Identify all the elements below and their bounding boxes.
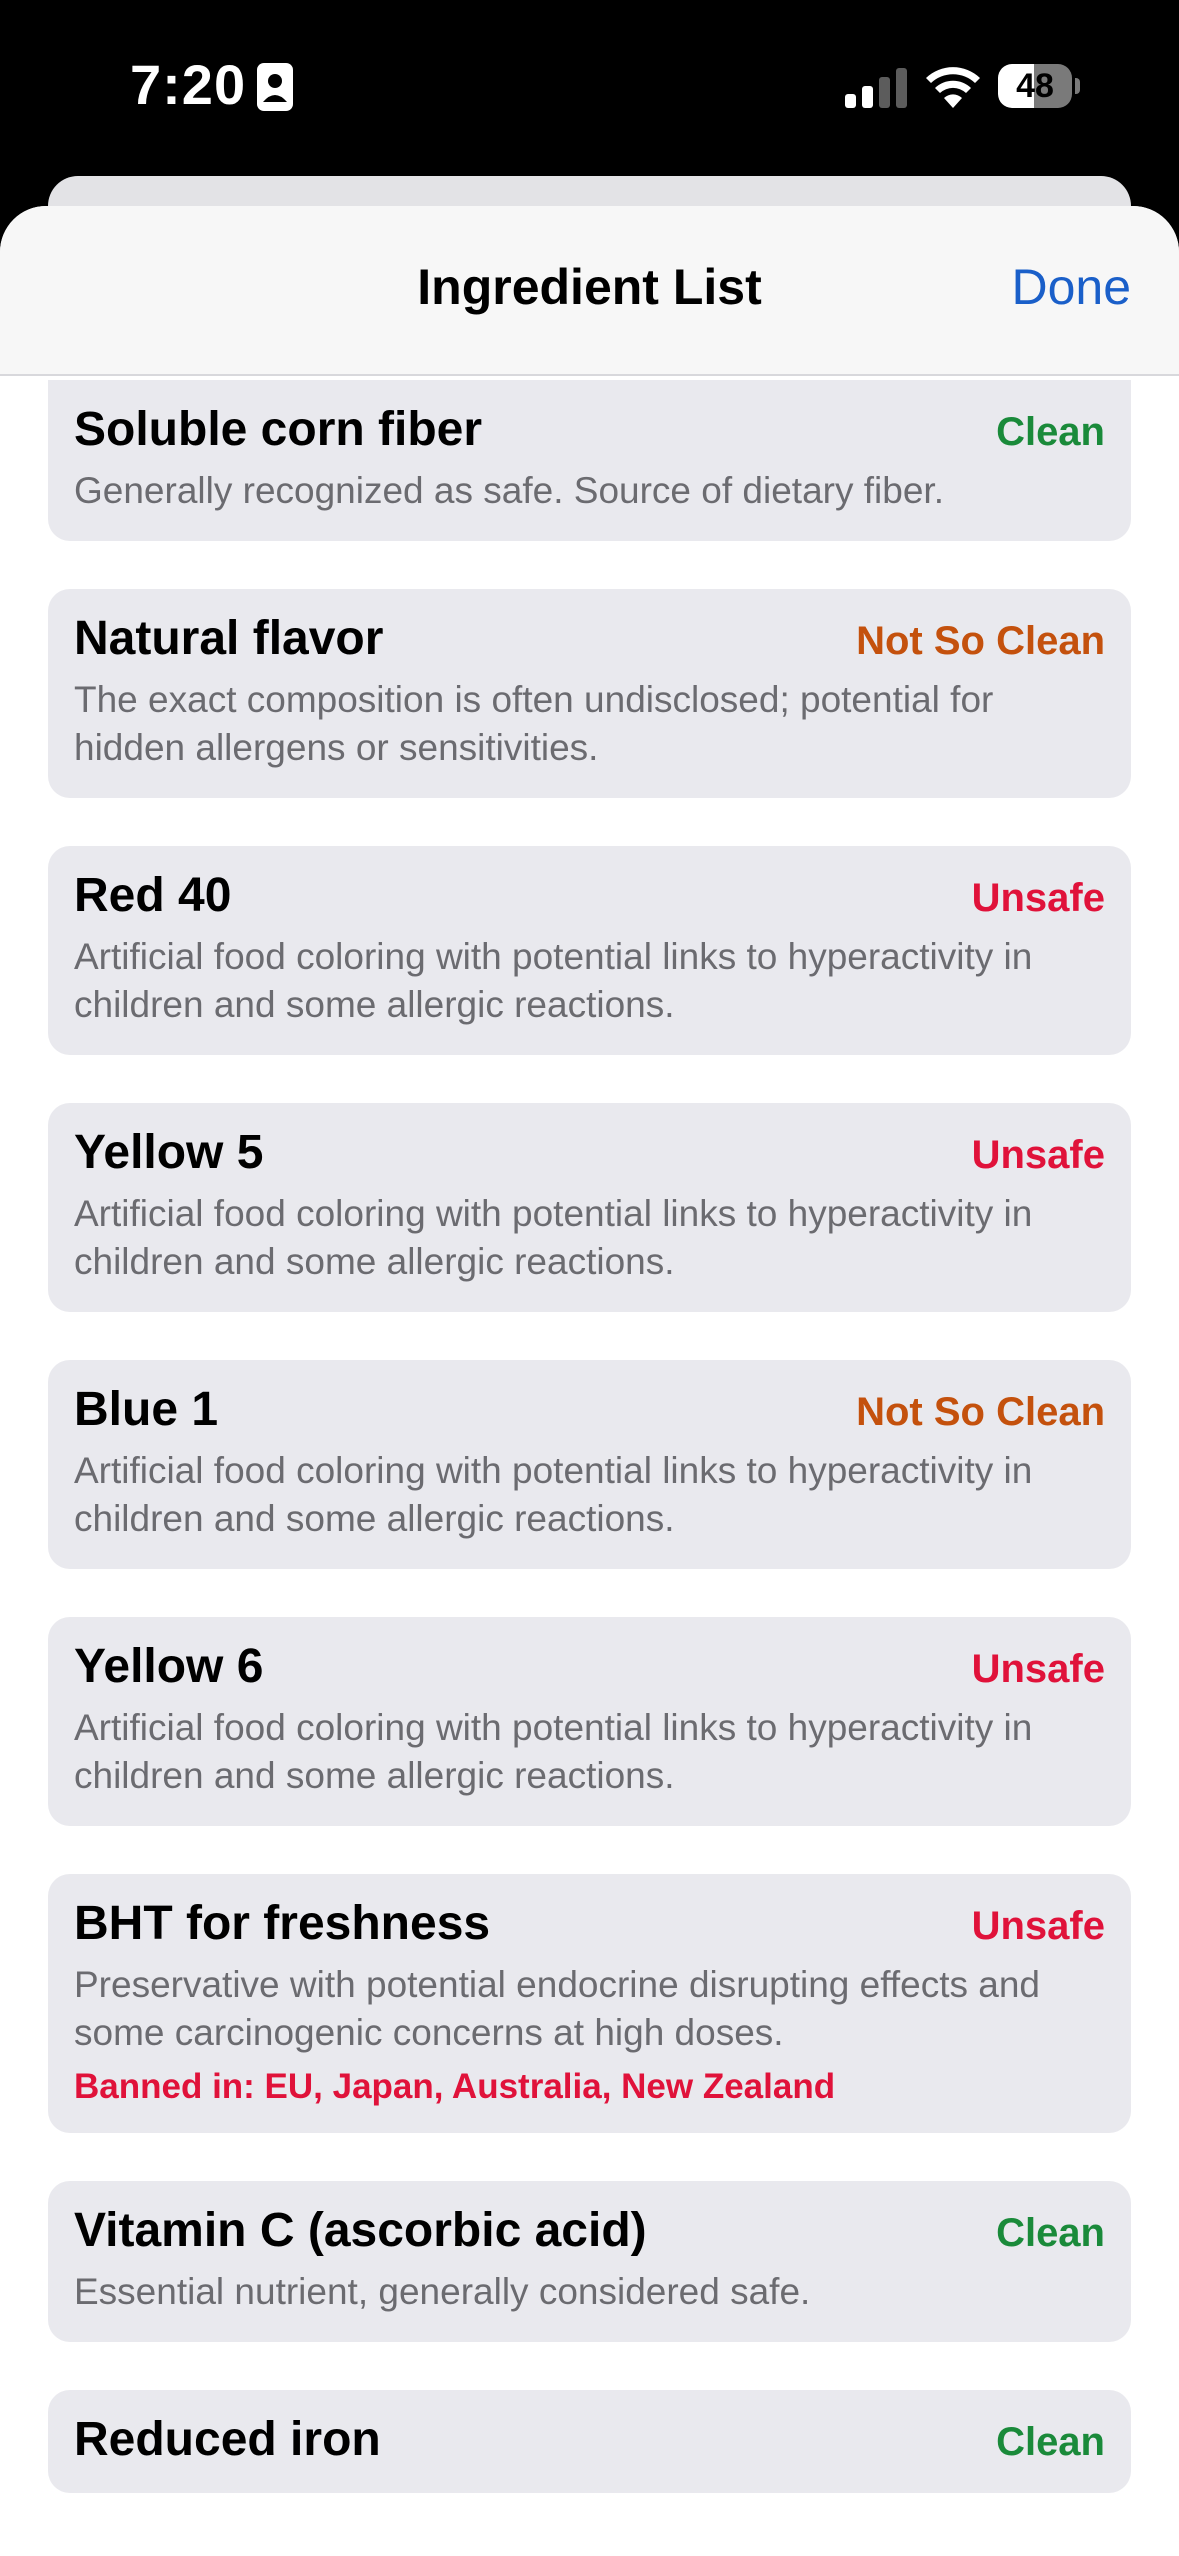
ingredient-description: Preservative with potential endocrine di…	[74, 1964, 1040, 2053]
ingredient-name: Reduced iron	[74, 2413, 381, 2466]
ingredient-description: Generally recognized as safe. Source of …	[74, 470, 944, 511]
ingredient-name: Blue 1	[74, 1383, 219, 1436]
ingredient-banned-note: Banned in: EU, Japan, Australia, New Zea…	[74, 2067, 836, 2106]
ingredient-card[interactable]: Vitamin C (ascorbic acid) Clean Essential …	[48, 2181, 1131, 2342]
ingredient-card[interactable]: Natural flavor Not So Clean The exact comp…	[48, 589, 1131, 798]
ingredient-card-header: Yellow 5 Unsafe	[74, 1125, 1105, 1180]
ingredient-card[interactable]: Yellow 6 Unsafe Artificial food coloring w…	[48, 1617, 1131, 1826]
ingredient-name: Vitamin C (ascorbic acid)	[74, 2204, 647, 2257]
ingredient-description: Essential nutrient, generally considered…	[74, 2271, 811, 2312]
ingredient-description: Artificial food coloring with potential …	[74, 936, 1033, 1025]
cellular-signal-icon	[845, 68, 907, 108]
ingredient-name: Yellow 5	[74, 1126, 264, 1179]
status-time: 7:20	[130, 53, 247, 116]
ingredient-name: BHT for freshness	[74, 1897, 491, 1950]
ingredient-card[interactable]: Soluble corn fiber Clean Generally recogni…	[48, 380, 1131, 541]
ingredient-rating-badge: Clean	[996, 2211, 1105, 2255]
ingredient-description: Artificial food coloring with potential …	[74, 1193, 1033, 1282]
battery-icon: 48	[998, 64, 1080, 110]
ingredient-card-header: Soluble corn fiber Clean	[74, 402, 1105, 457]
ingredient-sheet: Ingredient List Done Soluble corn fiber C…	[0, 206, 1179, 2556]
ingredient-rating-badge: Unsafe	[971, 1133, 1105, 1177]
ingredient-name: Soluble corn fiber	[74, 403, 483, 456]
ingredient-card-header: Yellow 6 Unsafe	[74, 1639, 1105, 1694]
ingredient-list[interactable]: Soluble corn fiber Clean Generally recogni…	[48, 380, 1131, 2541]
ingredient-description: Artificial food coloring with potential …	[74, 1450, 1033, 1539]
page-title: Ingredient List	[417, 259, 762, 315]
ingredient-description: The exact composition is often undisclos…	[74, 679, 994, 768]
ingredient-card[interactable]: Yellow 5 Unsafe Artificial food coloring w…	[48, 1103, 1131, 1312]
ingredient-name: Yellow 6	[74, 1640, 264, 1693]
ingredient-card-header: BHT for freshness Unsafe	[74, 1896, 1105, 1951]
contact-card-icon	[257, 63, 293, 111]
ingredient-description: Artificial food coloring with potential …	[74, 1707, 1033, 1796]
ingredient-card-header: Blue 1 Not So Clean	[74, 1382, 1105, 1437]
ingredient-card-header: Reduced iron Clean	[74, 2412, 1105, 2467]
status-bar: 7:20 48	[0, 0, 1179, 176]
ingredient-rating-badge: Not So Clean	[856, 619, 1105, 663]
ingredient-card[interactable]: BHT for freshness Unsafe Preservative with…	[48, 1874, 1131, 2133]
ingredient-card[interactable]: Reduced iron Clean	[48, 2390, 1131, 2493]
wifi-icon	[926, 67, 980, 108]
ingredient-rating-badge: Unsafe	[971, 1904, 1105, 1948]
ingredient-rating-badge: Clean	[996, 410, 1105, 454]
ingredient-card-header: Natural flavor Not So Clean	[74, 611, 1105, 666]
done-button[interactable]: Done	[1011, 258, 1131, 316]
ingredient-card[interactable]: Blue 1 Not So Clean Artificial food colori…	[48, 1360, 1131, 1569]
ingredient-rating-badge: Clean	[996, 2420, 1105, 2464]
ingredient-card[interactable]: Red 40 Unsafe Artificial food coloring wit…	[48, 846, 1131, 1055]
ingredient-name: Natural flavor	[74, 612, 384, 665]
ingredient-name: Red 40	[74, 869, 232, 922]
ingredient-card-header: Red 40 Unsafe	[74, 868, 1105, 923]
ingredient-card-header: Vitamin C (ascorbic acid) Clean	[74, 2203, 1105, 2258]
ingredient-rating-badge: Unsafe	[971, 876, 1105, 920]
ingredient-rating-badge: Unsafe	[971, 1647, 1105, 1691]
battery-percentage: 48	[1016, 67, 1054, 105]
navigation-bar: Ingredient List Done	[0, 206, 1179, 376]
ingredient-rating-badge: Not So Clean	[856, 1390, 1105, 1434]
